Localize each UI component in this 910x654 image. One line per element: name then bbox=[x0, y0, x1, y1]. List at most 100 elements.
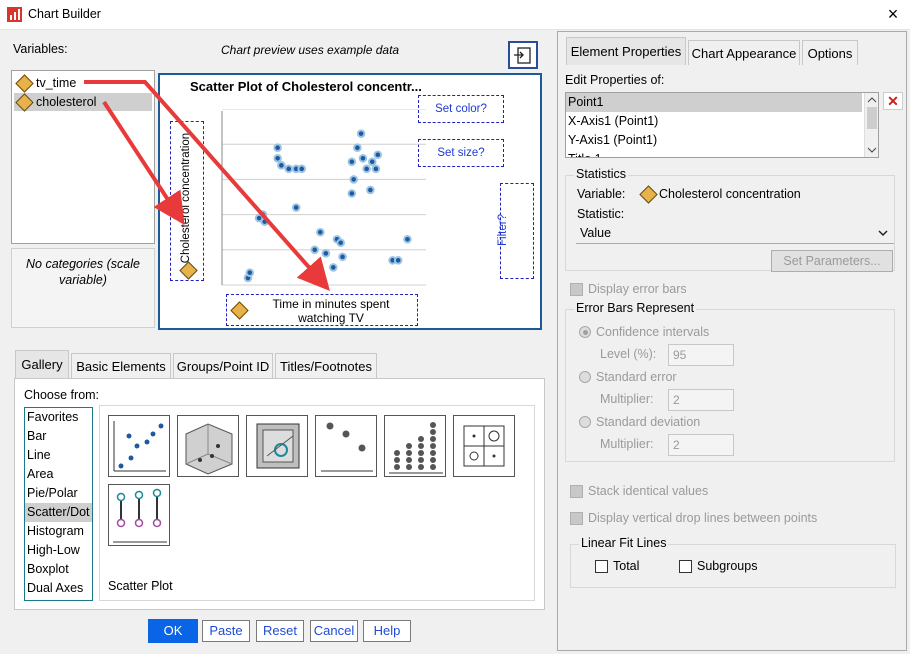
scatter-point bbox=[349, 175, 358, 184]
standard-error-radio[interactable] bbox=[579, 371, 591, 383]
level-input[interactable]: 95 bbox=[668, 344, 734, 366]
gallery-scatter-matrix[interactable] bbox=[453, 415, 515, 477]
chart-type-item[interactable]: Pie/Polar bbox=[25, 484, 92, 503]
set-parameters-button[interactable]: Set Parameters... bbox=[771, 250, 893, 272]
open-chart-editor-button[interactable] bbox=[508, 41, 538, 69]
filter-drop-zone[interactable]: Filter? bbox=[497, 183, 534, 279]
dot-plot-icon-dot bbox=[418, 436, 424, 442]
chart-builder-app-icon bbox=[7, 7, 22, 22]
se-multiplier-label: Multiplier: bbox=[600, 392, 654, 406]
drop-lines-checkbox[interactable] bbox=[570, 512, 583, 525]
paste-button[interactable]: Paste bbox=[202, 620, 250, 642]
choose-from-label: Choose from: bbox=[24, 388, 100, 402]
dot-plot-icon bbox=[389, 422, 443, 474]
gallery-panel: Choose from: Favorites Bar Line Area Pie/Pol… bbox=[14, 378, 545, 610]
statistic-label: Statistic: bbox=[577, 207, 625, 221]
statistic-variable-value: Cholesterol concentration bbox=[659, 187, 801, 201]
scatter-point bbox=[310, 245, 320, 255]
scatter-point bbox=[321, 249, 331, 258]
close-window-icon[interactable]: × bbox=[880, 2, 906, 26]
scatter-point bbox=[338, 252, 347, 262]
element-list-item[interactable]: Title 1 bbox=[566, 150, 862, 157]
scale-ruler-icon bbox=[639, 185, 658, 204]
gallery-simple-dot[interactable] bbox=[315, 415, 377, 477]
confidence-intervals-label: Confidence intervals bbox=[596, 325, 710, 339]
y-axis-label: Cholesterol concentration bbox=[180, 132, 192, 264]
sd-multiplier-input[interactable]: 2 bbox=[668, 434, 734, 456]
variable-item-cholesterol[interactable]: cholesterol bbox=[14, 93, 152, 112]
gallery-dot-plot[interactable] bbox=[384, 415, 446, 477]
gallery-simple-scatter[interactable] bbox=[108, 415, 170, 477]
chart-type-item[interactable]: Scatter/Dot bbox=[25, 503, 92, 522]
chart-type-list[interactable]: Favorites Bar Line Area Pie/Polar Scatter/Dot… bbox=[24, 407, 93, 601]
preview-scatter-plot bbox=[221, 109, 426, 286]
chart-type-item[interactable]: Favorites bbox=[25, 408, 92, 427]
chart-type-item[interactable]: Histogram bbox=[25, 522, 92, 541]
dot-plot-icon-dot bbox=[394, 457, 400, 463]
element-list[interactable]: Point1X-Axis1 (Point1)Y-Axis1 (Point1)Ti… bbox=[565, 92, 879, 158]
total-checkbox[interactable] bbox=[595, 560, 608, 573]
chart-type-item[interactable]: Boxplot bbox=[25, 560, 92, 579]
chevron-down-icon bbox=[878, 230, 888, 237]
gallery-3d-scatter[interactable] bbox=[177, 415, 239, 477]
dot-plot-icon-dot bbox=[418, 443, 424, 449]
scatter-point bbox=[366, 185, 375, 195]
help-button[interactable]: Help bbox=[363, 620, 411, 642]
scatter-point bbox=[393, 256, 403, 265]
confidence-intervals-radio[interactable] bbox=[579, 326, 591, 338]
tab-titles-footnotes[interactable]: Titles/Footnotes bbox=[275, 353, 377, 378]
open-editor-icon bbox=[514, 47, 531, 64]
tab-element-properties[interactable]: Element Properties bbox=[566, 37, 686, 65]
subgroups-checkbox[interactable] bbox=[679, 560, 692, 573]
linear-fit-label: Linear Fit Lines bbox=[579, 536, 669, 550]
scatter-point bbox=[367, 157, 377, 167]
set-size-drop-zone[interactable]: Set size? bbox=[418, 139, 504, 167]
chart-preview-canvas[interactable]: Scatter Plot of Cholesterol concentr... … bbox=[158, 73, 542, 330]
linear-fit-group: Linear Fit Lines Total Subgroups bbox=[570, 536, 896, 588]
variables-list[interactable]: tv_time cholesterol bbox=[11, 70, 155, 244]
standard-deviation-radio[interactable] bbox=[579, 416, 591, 428]
display-error-bars-checkbox[interactable] bbox=[570, 283, 583, 296]
se-multiplier-input[interactable]: 2 bbox=[668, 389, 734, 411]
chart-type-item[interactable]: Dual Axes bbox=[25, 579, 92, 598]
y-axis-drop-zone[interactable]: Cholesterol concentration bbox=[170, 121, 204, 281]
tab-chart-appearance[interactable]: Chart Appearance bbox=[688, 40, 800, 65]
element-list-item[interactable]: Point1 bbox=[566, 93, 862, 112]
variable-item-tv-time[interactable]: tv_time bbox=[14, 74, 152, 93]
element-list-item[interactable]: Y-Axis1 (Point1) bbox=[566, 131, 862, 150]
scatter-point bbox=[358, 153, 368, 163]
dot-plot-icon-dot bbox=[418, 464, 424, 470]
reset-button[interactable]: Reset bbox=[256, 620, 304, 642]
tab-groups-point-id[interactable]: Groups/Point ID bbox=[173, 353, 273, 378]
gallery-drop-line[interactable] bbox=[108, 484, 170, 546]
tab-basic-elements[interactable]: Basic Elements bbox=[71, 353, 171, 378]
element-list-item[interactable]: X-Axis1 (Point1) bbox=[566, 112, 862, 131]
x-axis-drop-zone[interactable]: Time in minutes spent watching TV bbox=[226, 294, 418, 326]
statistics-group: Statistics Variable: Cholesterol concent… bbox=[565, 167, 895, 272]
statistic-select[interactable]: Value bbox=[576, 222, 894, 244]
set-color-drop-zone[interactable]: Set color? bbox=[418, 95, 504, 123]
scatter-point bbox=[277, 161, 286, 170]
chart-type-item[interactable]: High-Low bbox=[25, 541, 92, 560]
cancel-button[interactable]: Cancel bbox=[310, 620, 358, 642]
scatter-point bbox=[254, 213, 264, 223]
scatter-point bbox=[371, 164, 381, 174]
element-list-scrollbar[interactable] bbox=[864, 93, 878, 157]
dot-plot-icon-dot bbox=[430, 422, 436, 428]
ok-button[interactable]: OK bbox=[148, 619, 198, 643]
stack-identical-checkbox[interactable] bbox=[570, 485, 583, 498]
chart-type-item[interactable]: Area bbox=[25, 465, 92, 484]
chart-type-item[interactable]: Line bbox=[25, 446, 92, 465]
tab-options[interactable]: Options bbox=[802, 40, 858, 65]
scatter-point bbox=[328, 263, 338, 272]
splitter-handle[interactable] bbox=[74, 243, 88, 254]
dot-plot-icon-dot bbox=[430, 450, 436, 456]
simple-dot-icon bbox=[321, 422, 373, 472]
gallery-summary-point[interactable] bbox=[246, 415, 308, 477]
scatter-point bbox=[373, 150, 383, 160]
delete-element-icon[interactable]: ✕ bbox=[883, 92, 903, 110]
chart-type-item[interactable]: Bar bbox=[25, 427, 92, 446]
tab-gallery[interactable]: Gallery bbox=[15, 350, 69, 378]
variable-label: cholesterol bbox=[36, 95, 97, 109]
simple-scatter-icon bbox=[113, 421, 166, 472]
